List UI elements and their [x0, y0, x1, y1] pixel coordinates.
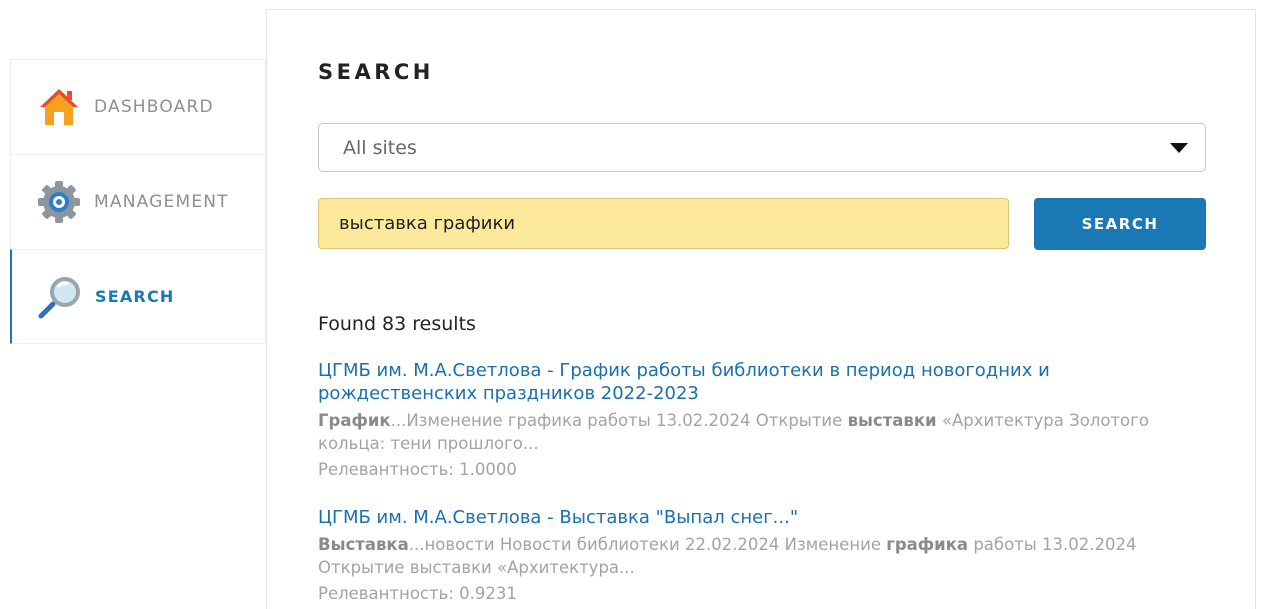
- gear-icon: [38, 181, 80, 223]
- snippet-highlight: выставки: [847, 411, 937, 430]
- search-result: ЦГМБ им. М.А.Светлова - График работы би…: [318, 359, 1178, 479]
- site-select-value: All sites: [343, 137, 417, 159]
- chevron-down-icon: [1170, 143, 1188, 153]
- site-select[interactable]: All sites: [318, 123, 1206, 172]
- result-relevance: Релевантность: 1.0000: [318, 460, 517, 479]
- home-icon: [40, 89, 78, 125]
- search-panel: SEARCH All sites SEARCH Found 83 results…: [266, 9, 1256, 609]
- search-button[interactable]: SEARCH: [1034, 198, 1206, 250]
- sidebar-item-dashboard[interactable]: DASHBOARD: [10, 59, 266, 154]
- search-input[interactable]: [318, 198, 1009, 249]
- magnifier-icon: [38, 276, 80, 318]
- sidebar-item-search[interactable]: SEARCH: [10, 249, 266, 344]
- sidebar-item-label: MANAGEMENT: [94, 192, 229, 212]
- sidebar-item-management[interactable]: MANAGEMENT: [10, 154, 266, 249]
- sidebar-item-label: SEARCH: [95, 287, 175, 306]
- page-title: SEARCH: [318, 60, 434, 84]
- result-title-link[interactable]: ЦГМБ им. М.А.Светлова - Выставка "Выпал …: [318, 506, 1178, 529]
- search-result: ЦГМБ им. М.А.Светлова - Выставка "Выпал …: [318, 506, 1178, 603]
- sidebar-item-label: DASHBOARD: [94, 97, 214, 117]
- result-relevance: Релевантность: 0.9231: [318, 584, 517, 603]
- sidebar: DASHBOARD MANAGEMENT SEARCH: [10, 59, 266, 344]
- snippet-highlight: графика: [886, 535, 969, 554]
- snippet-highlight: График: [318, 411, 391, 430]
- results-count: Found 83 results: [318, 313, 476, 335]
- result-title-link[interactable]: ЦГМБ им. М.А.Светлова - График работы би…: [318, 359, 1178, 405]
- snippet-highlight: Выставка: [318, 535, 409, 554]
- result-snippet: График...Изменение графика работы 13.02.…: [318, 409, 1178, 455]
- result-snippet: Выставка...новости Новости библиотеки 22…: [318, 533, 1178, 579]
- snippet-text: ...новости Новости библиотеки 22.02.2024…: [408, 535, 887, 554]
- snippet-text: ...Изменение графика работы 13.02.2024 О…: [390, 411, 848, 430]
